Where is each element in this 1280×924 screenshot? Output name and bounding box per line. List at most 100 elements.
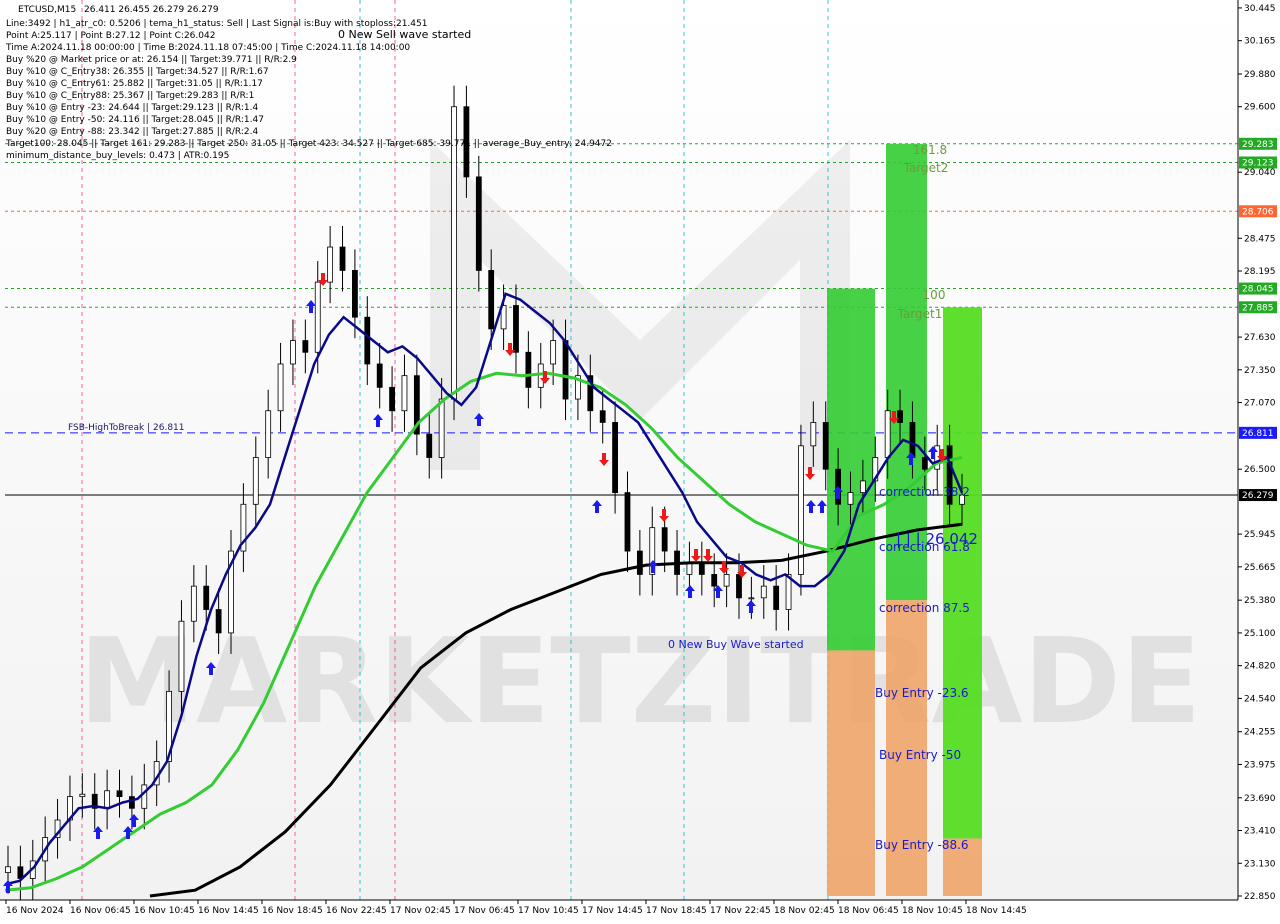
candle-body [711,574,718,587]
level-c-label: | | | 26.042 [896,530,978,548]
candle-body [265,410,272,458]
candle-body [401,375,408,412]
candle-body [488,270,495,330]
price-tick-label: 28.475 [1244,234,1276,244]
watermark-text: MARKETZITRADE [79,612,1202,750]
candle-body [599,410,606,423]
candle-body [513,305,519,353]
time-tick-label: 17 Nov 18:45 [646,906,707,916]
target1-label: Target1 [897,307,943,321]
target1-zone-bar [827,288,875,651]
time-tick-label: 18 Nov 14:45 [966,906,1027,916]
candle-body [550,340,557,365]
price-tick-label: 29.040 [1244,168,1276,178]
price-chart[interactable]: MARKETZITRADE 161.8 Target2 100 Target1 … [0,0,1280,920]
sell-wave-label: 0 New Sell wave started [338,28,471,41]
chart-root: MARKETZITRADE 161.8 Target2 100 Target1 … [0,0,1280,920]
price-tick-label: 30.445 [1244,4,1276,14]
time-tick-label: 17 Nov 10:45 [518,906,579,916]
info-line: Buy %10 @ C_Entry38: 26.355 || Target:34… [6,67,269,77]
candle-body [686,562,693,575]
price-tag-label: 27.885 [1242,303,1274,313]
candle-body [438,398,445,458]
candle-body [17,866,24,879]
candle-body [748,597,755,600]
info-line: minimum_distance_buy_levels: 0.473 | ATR… [6,151,229,161]
candle-body [562,340,569,400]
time-tick-label: 18 Nov 10:45 [902,906,963,916]
info-line: Point A:25.117 | Point B:27.12 | Point C… [6,31,215,41]
candle-body [624,492,631,552]
fib-100-label: 100 [923,288,946,302]
buy-entry-236-label: Buy Entry -23.6 [875,686,969,700]
info-line: Buy %20 @ Entry -88: 23.342 || Target:27… [6,127,259,137]
info-line: Buy %10 @ Entry -50: 24.116 || Target:28… [6,115,264,125]
candle-body [636,550,643,575]
target2-label: Target2 [903,161,949,175]
price-tag-label: 29.123 [1242,159,1274,169]
price-tick-label: 28.195 [1244,267,1276,277]
time-tick-label: 16 Nov 06:45 [70,906,131,916]
time-tick-label: 17 Nov 06:45 [454,906,515,916]
info-line: Buy %20 @ Market price or at: 26.154 || … [6,55,297,65]
price-tick-label: 23.975 [1244,760,1276,770]
candle-body [897,410,903,423]
price-tick-label: 25.945 [1244,530,1276,540]
correction-382-label: correction 38.2 [879,485,970,499]
candle-body [525,351,532,388]
price-tick-label: 24.820 [1244,662,1276,672]
candle-body [302,340,309,353]
candle-body [79,793,86,798]
info-line: Buy %10 @ C_Entry61: 25.882 || Target:31… [6,79,263,89]
candle-body [612,422,618,493]
candle-body [376,363,383,388]
info-line: Buy %10 @ Entry -23: 24.644 || Target:29… [6,103,259,113]
candle-body [661,527,668,552]
fsb-label: FSB-HighToBreak | 26.811 [68,423,185,433]
candle-body [190,585,197,622]
candle-body [859,480,866,493]
price-tag-label: 28.045 [1242,285,1274,295]
info-line: Line:3492 | h1_atr_c0: 0.5206 | tema_h1_… [6,19,427,29]
correction-875-label: correction 87.5 [879,601,970,615]
candle-body [773,585,780,610]
info-line: Buy %10 @ C_Entry88: 25.367 || Target:29… [6,91,254,101]
buy-wave-label: 0 New Buy Wave started [668,638,804,651]
candle-body [736,574,742,599]
candle-body [215,609,222,634]
candle-body [128,796,135,809]
time-tick-label: 17 Nov 22:45 [710,906,771,916]
price-tick-label: 25.665 [1244,563,1276,573]
candle-body [451,106,457,400]
candle-body [537,363,544,388]
candle-body [760,585,767,599]
price-tick-label: 29.880 [1244,70,1276,80]
candle-body [822,422,829,470]
candle-body [810,422,817,447]
info-line: Time A:2024.11.18 00:00:00 | Time B:2024… [5,43,410,53]
buy-entry-zone-bar [827,650,875,896]
candle-body [723,574,730,587]
candle-body [884,410,891,458]
candle-body [475,176,482,271]
price-tag-label: 29.283 [1242,140,1274,150]
time-tick-label: 16 Nov 14:45 [198,906,259,916]
ohlc-label: 26.411 26.455 26.279 26.279 [84,5,219,15]
candle-body [203,585,210,610]
price-tag-label: 26.279 [1242,491,1274,501]
price-tick-label: 23.130 [1244,859,1276,869]
candle-body [339,246,346,271]
price-tick-label: 25.100 [1244,629,1276,639]
candle-body [141,784,148,809]
candle-body [314,281,321,353]
price-tick-label: 29.600 [1244,103,1276,113]
fib-161-label: 161.8 [913,143,947,157]
candle-body [5,866,11,874]
candle-body [426,433,433,458]
price-tick-label: 27.070 [1244,399,1276,409]
time-tick-label: 17 Nov 02:45 [390,906,451,916]
info-line: Target100: 28.045 || Target 161: 29.283 … [5,139,612,149]
time-tick-label: 16 Nov 22:45 [326,906,387,916]
candle-body [290,340,296,365]
candle-body [116,790,123,798]
